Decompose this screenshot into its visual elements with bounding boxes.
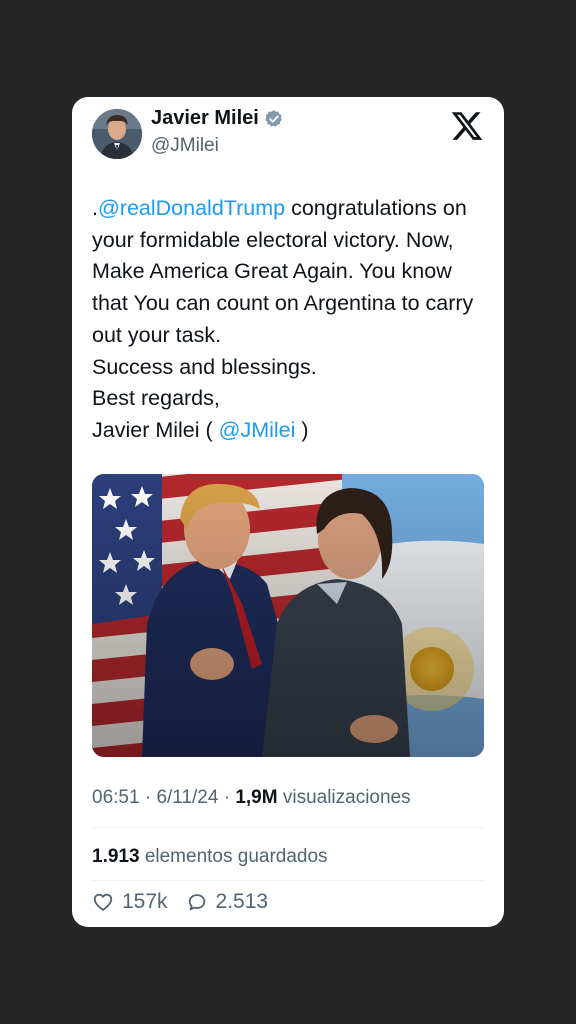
author-handle[interactable]: @JMilei	[151, 135, 219, 157]
reply-icon	[186, 891, 208, 913]
mention-link[interactable]: @realDonaldTrump	[98, 196, 285, 220]
author-name[interactable]: Javier Milei	[151, 107, 259, 130]
tweet-photo[interactable]	[92, 474, 484, 757]
divider	[92, 880, 484, 881]
tweet-date[interactable]: 6/11/24	[156, 787, 218, 808]
bookmarks-label: elementos guardados	[139, 846, 328, 867]
action-bar: 157k 2.513	[92, 890, 268, 914]
heart-icon	[92, 891, 114, 913]
x-logo-icon[interactable]	[450, 109, 484, 143]
divider	[92, 827, 484, 828]
tweet-text: .@realDonaldTrump congratulations on you…	[92, 193, 492, 447]
reply-button[interactable]: 2.513	[186, 890, 269, 914]
tweet-body: congratulations on your formidable elect…	[92, 196, 474, 442]
avatar[interactable]	[92, 109, 142, 159]
verified-badge-icon	[264, 109, 284, 129]
reply-count: 2.513	[215, 890, 269, 913]
like-count: 157k	[122, 890, 168, 913]
mention-link[interactable]: @JMilei	[219, 418, 296, 442]
bookmarks-count: 1.913	[92, 846, 140, 867]
tweet-card: Javier Milei @JMilei .@realDonaldTrump c…	[72, 97, 504, 927]
like-button[interactable]: 157k	[92, 890, 168, 914]
tweet-meta: 06:51 · 6/11/24 · 1,9M visualizaciones	[92, 787, 411, 808]
bookmarks-stat[interactable]: 1.913 elementos guardados	[92, 846, 328, 868]
tweet-time[interactable]: 06:51	[92, 787, 140, 808]
views-count: 1,9M	[235, 787, 278, 808]
views-label: visualizaciones	[277, 787, 411, 808]
tweet-suffix: )	[295, 417, 309, 442]
